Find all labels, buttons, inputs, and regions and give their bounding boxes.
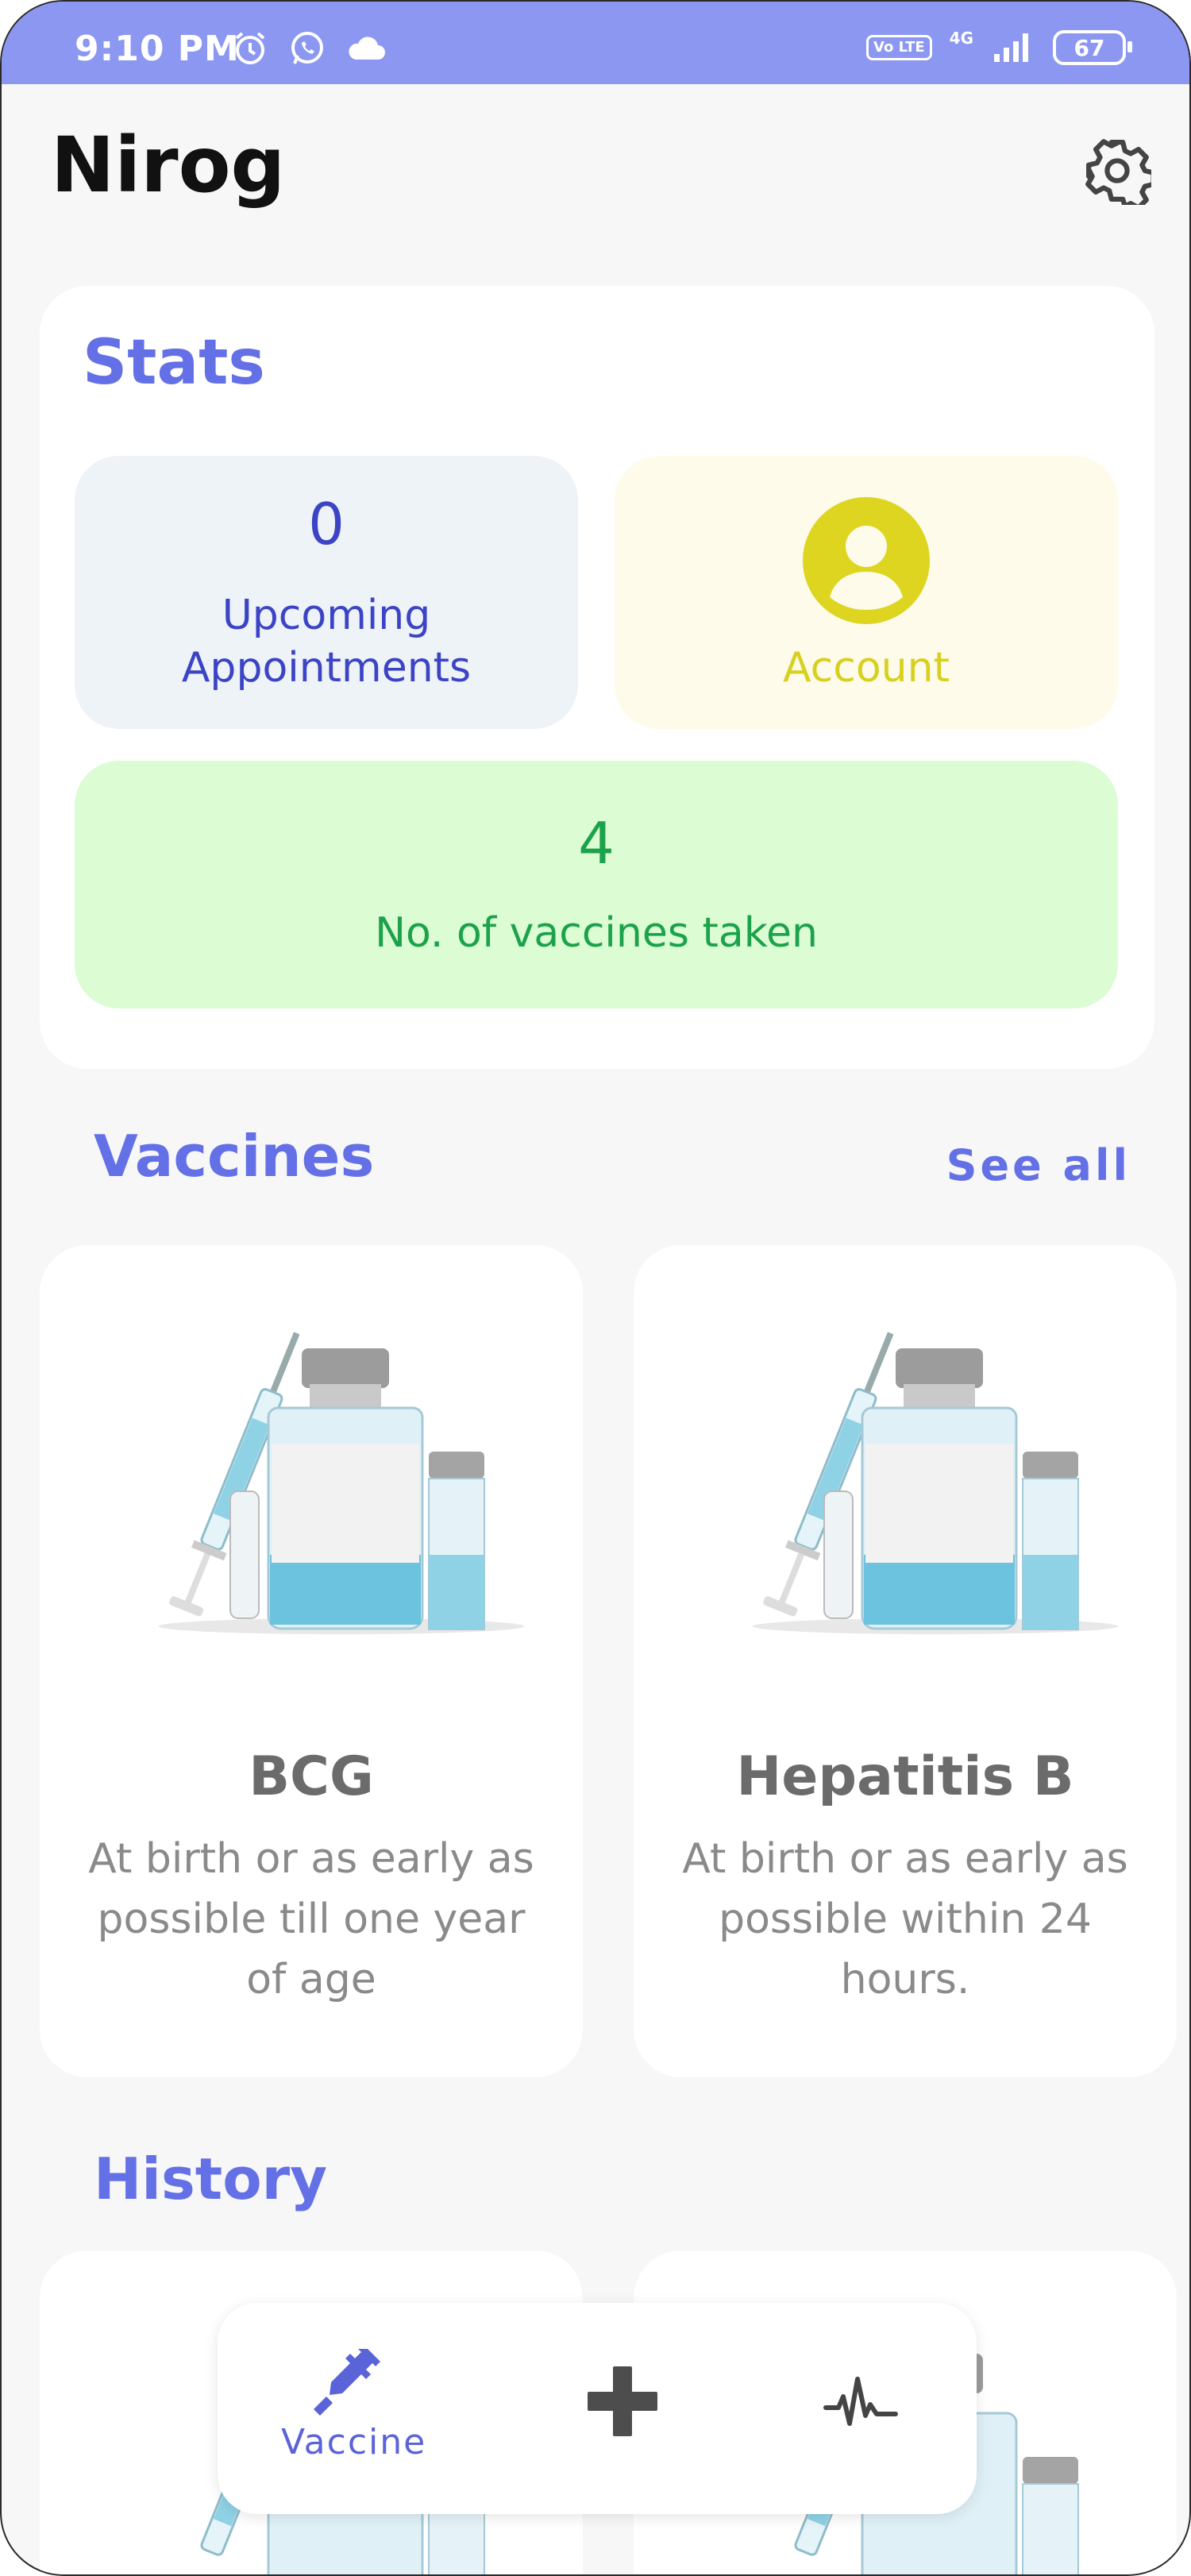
stats-card: Stats 0 Upcoming Appointments Account 4 … [40, 286, 1154, 1069]
alarm-icon [235, 32, 265, 64]
phone-screen: 9:10 PM Vo LTE 4G 67 Nirog Stats 0 Upcom… [0, 0, 1191, 2576]
nav-add[interactable] [583, 2362, 662, 2444]
account-tile[interactable]: Account [615, 456, 1118, 729]
history-heading: History [94, 2146, 328, 2212]
upcoming-count: 0 [308, 491, 345, 557]
vaccine-name: Hepatitis B [736, 1745, 1074, 1808]
status-time: 9:10 PM [75, 29, 240, 69]
vaccines-heading: Vaccines [94, 1123, 375, 1190]
nav-vaccine[interactable]: Vaccine [281, 2343, 427, 2462]
volte-icon: Vo LTE [866, 35, 932, 60]
vaccine-description: At birth or as early as possible within … [682, 1835, 1128, 2003]
vaccine-card[interactable]: BCG At birth or as early as possible til… [40, 1245, 583, 2077]
signal-icon [994, 33, 1028, 62]
upcoming-label-line2: Appointments [181, 644, 472, 692]
vaccine-card[interactable]: Hepatitis B At birth or as early as poss… [634, 1245, 1177, 2077]
upcoming-appointments-tile[interactable]: 0 Upcoming Appointments [75, 456, 578, 729]
add-plus-icon [588, 2366, 657, 2436]
nav-activity[interactable] [821, 2376, 900, 2435]
upcoming-label-line1: Upcoming [222, 592, 431, 639]
network-type: 4G [949, 29, 973, 48]
bottom-navigation: Vaccine [218, 2303, 977, 2514]
nav-vaccine-label: Vaccine [281, 2422, 427, 2462]
stats-title: Stats [83, 327, 265, 399]
see-all-link[interactable]: See all [946, 1140, 1131, 1190]
app-title: Nirog [51, 121, 286, 210]
cloud-icon [349, 37, 385, 60]
vaccine-name: BCG [249, 1745, 374, 1808]
status-bar: 9:10 PM Vo LTE 4G 67 [2, 2, 1189, 84]
heartbeat-pulse-icon [823, 2377, 898, 2426]
whatsapp-icon [291, 32, 323, 64]
syringe-icon [314, 2349, 380, 2416]
vaccine-description: At birth or as early as possible till on… [88, 1835, 534, 2003]
vaccine-vial-image [753, 1332, 1118, 1634]
battery-indicator: 67 [1053, 30, 1132, 65]
vaccines-taken-label: No. of vaccines taken [375, 909, 818, 957]
vaccines-taken-tile[interactable]: 4 No. of vaccines taken [75, 761, 1118, 1008]
account-label: Account [783, 644, 950, 692]
account-avatar-icon [803, 497, 930, 624]
vaccine-vial-image [159, 1332, 524, 1634]
vaccines-count: 4 [578, 810, 615, 877]
settings-gear-icon[interactable] [1083, 137, 1151, 205]
